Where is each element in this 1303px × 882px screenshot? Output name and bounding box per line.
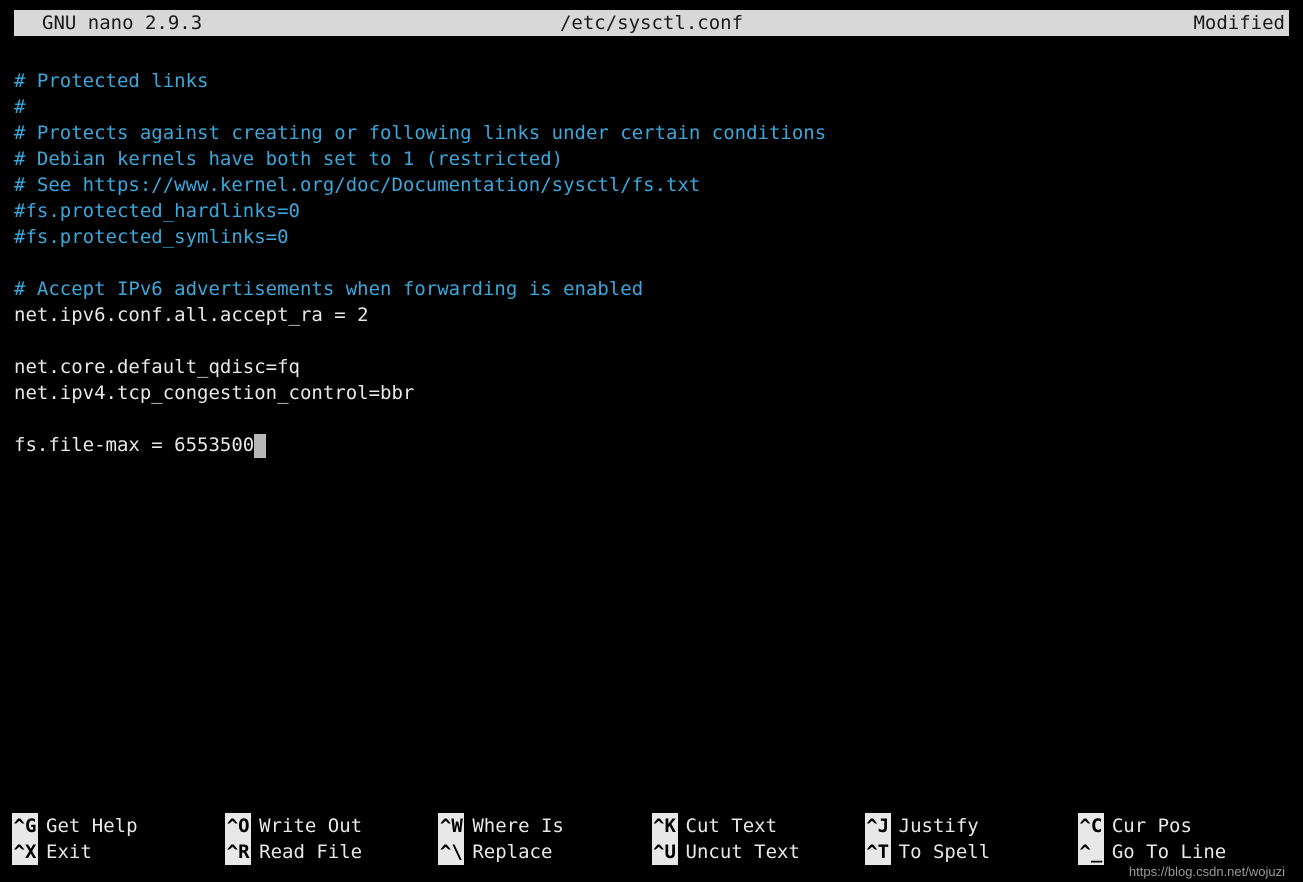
- editor-line: # Accept IPv6 advertisements when forwar…: [14, 276, 1303, 302]
- editor-area[interactable]: # Protected links## Protects against cre…: [0, 36, 1303, 458]
- editor-line: # See https://www.kernel.org/doc/Documen…: [14, 172, 1303, 198]
- editor-line: #fs.protected_symlinks=0: [14, 224, 1303, 250]
- shortcut-label: Justify: [899, 813, 979, 839]
- modified-status: Modified: [1193, 10, 1285, 36]
- editor-line: [14, 250, 1303, 276]
- shortcut-key: ^W: [438, 813, 464, 839]
- editor-line: # Protects against creating or following…: [14, 120, 1303, 146]
- shortcut-label: Where Is: [472, 813, 564, 839]
- shortcut-item[interactable]: ^W Where Is: [438, 813, 651, 839]
- shortcut-item[interactable]: ^U Uncut Text: [652, 839, 865, 865]
- shortcut-item[interactable]: ^J Justify: [865, 813, 1078, 839]
- shortcut-item[interactable]: ^C Cur Pos: [1078, 813, 1291, 839]
- shortcut-item[interactable]: ^R Read File: [225, 839, 438, 865]
- editor-line: [14, 406, 1303, 432]
- editor-line: #: [14, 94, 1303, 120]
- shortcut-item[interactable]: ^\ Replace: [438, 839, 651, 865]
- editor-line: [14, 328, 1303, 354]
- shortcut-key: ^G: [12, 813, 38, 839]
- shortcut-item[interactable]: ^K Cut Text: [652, 813, 865, 839]
- shortcut-key: ^T: [865, 839, 891, 865]
- shortcut-key: ^U: [652, 839, 678, 865]
- shortcut-label: Read File: [259, 839, 362, 865]
- shortcut-label: Exit: [46, 839, 92, 865]
- nano-titlebar: GNU nano 2.9.3 /etc/sysctl.conf Modified: [14, 10, 1289, 36]
- editor-line: # Protected links: [14, 68, 1303, 94]
- editor-line: net.core.default_qdisc=fq: [14, 354, 1303, 380]
- shortcut-label: Uncut Text: [686, 839, 800, 865]
- editor-line: net.ipv6.conf.all.accept_ra = 2: [14, 302, 1303, 328]
- editor-line: net.ipv4.tcp_congestion_control=bbr: [14, 380, 1303, 406]
- shortcut-key: ^_: [1078, 839, 1104, 865]
- shortcut-label: Cur Pos: [1112, 813, 1192, 839]
- shortcut-key: ^C: [1078, 813, 1104, 839]
- shortcut-item[interactable]: ^T To Spell: [865, 839, 1078, 865]
- shortcut-key: ^R: [225, 839, 251, 865]
- shortcut-label: Write Out: [259, 813, 362, 839]
- editor-line: fs.file-max = 6553500: [14, 432, 1303, 458]
- shortcut-key: ^O: [225, 813, 251, 839]
- shortcut-item[interactable]: ^O Write Out: [225, 813, 438, 839]
- app-name: GNU nano 2.9.3: [18, 10, 202, 36]
- cursor: [254, 434, 266, 458]
- shortcut-key: ^K: [652, 813, 678, 839]
- shortcut-label: Go To Line: [1112, 839, 1226, 865]
- shortcut-key: ^\: [438, 839, 464, 865]
- shortcut-label: Replace: [472, 839, 552, 865]
- file-path: /etc/sysctl.conf: [560, 10, 743, 36]
- shortcut-label: Cut Text: [686, 813, 778, 839]
- shortcut-item[interactable]: ^X Exit: [12, 839, 225, 865]
- shortcut-key: ^X: [12, 839, 38, 865]
- shortcut-label: Get Help: [46, 813, 138, 839]
- shortcut-item[interactable]: ^_ Go To Line: [1078, 839, 1291, 865]
- editor-line: #fs.protected_hardlinks=0: [14, 198, 1303, 224]
- watermark-text: https://blog.csdn.net/wojuzi: [1129, 863, 1285, 881]
- shortcut-label: To Spell: [899, 839, 991, 865]
- shortcut-item[interactable]: ^G Get Help: [12, 813, 225, 839]
- shortcut-key: ^J: [865, 813, 891, 839]
- editor-line: # Debian kernels have both set to 1 (res…: [14, 146, 1303, 172]
